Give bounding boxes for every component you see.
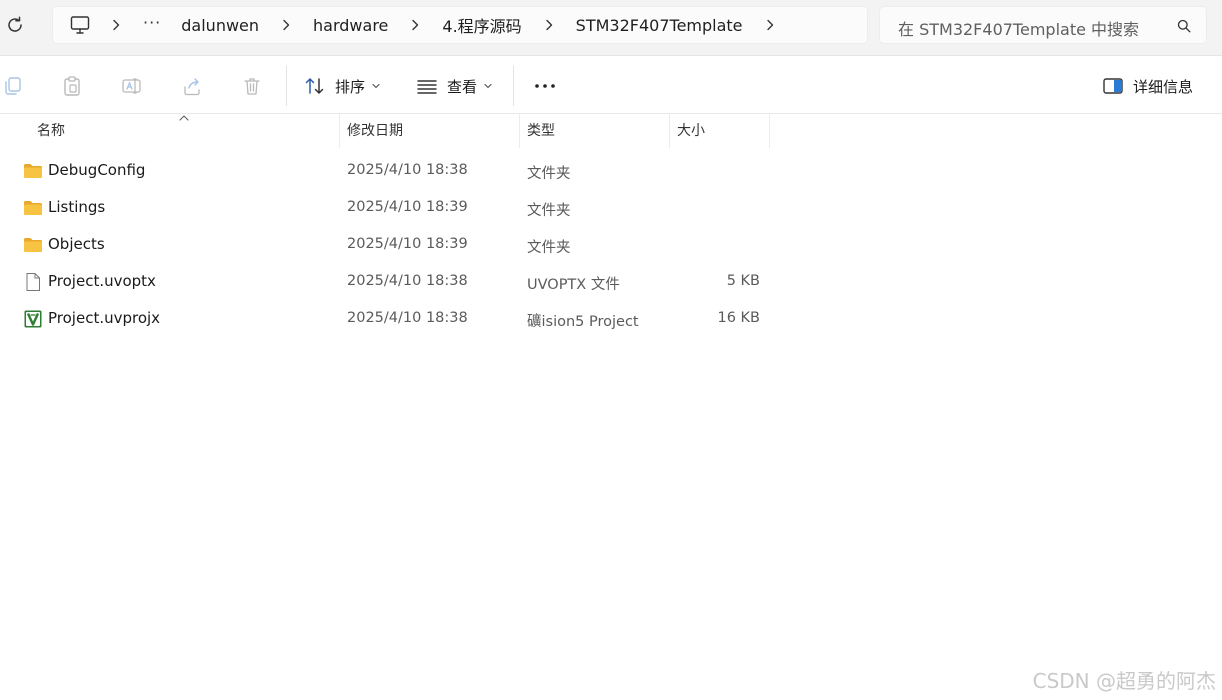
column-header-size[interactable]: 大小: [669, 114, 770, 148]
file-type: 文件夹: [527, 166, 571, 182]
chevron-right-icon[interactable]: [763, 18, 777, 32]
file-type: 礦ision5 Project: [527, 314, 639, 330]
rename-icon[interactable]: [121, 75, 143, 97]
sort-button[interactable]: 排序: [304, 73, 381, 99]
file-type: UVOPTX 文件: [527, 277, 620, 293]
view-list-icon: [417, 80, 437, 94]
file-modified: 2025/4/10 18:39: [347, 199, 468, 215]
chevron-right-icon[interactable]: [542, 18, 556, 32]
sort-label: 排序: [335, 77, 366, 96]
file-modified: 2025/4/10 18:38: [347, 310, 468, 326]
share-icon[interactable]: [181, 75, 203, 97]
file-modified: 2025/4/10 18:38: [347, 273, 468, 289]
search-icon[interactable]: [1177, 19, 1191, 33]
sort-icon: [305, 78, 324, 94]
file-row[interactable]: DebugConfig 2025/4/10 18:38 文件夹: [0, 152, 800, 189]
command-bar: 排序 查看 详细信息: [0, 57, 1222, 114]
this-pc-icon[interactable]: [69, 14, 91, 36]
refresh-icon[interactable]: [4, 14, 26, 36]
chevron-right-icon[interactable]: [109, 18, 123, 32]
file-type: 文件夹: [527, 240, 571, 256]
breadcrumb[interactable]: ··· dalunwen hardware 4.程序源码 STM32F407Te…: [52, 6, 868, 44]
file-name[interactable]: Listings: [48, 198, 105, 216]
folder-icon: [24, 201, 42, 215]
details-pane-button[interactable]: 详细信息: [1102, 73, 1193, 99]
file-size: 5 KB: [726, 273, 760, 289]
blank-file-icon: [26, 273, 40, 291]
more-options-icon[interactable]: [532, 73, 558, 99]
chevron-right-icon[interactable]: [408, 18, 422, 32]
details-label: 详细信息: [1133, 77, 1194, 96]
breadcrumb-item-dalunwen[interactable]: dalunwen: [181, 16, 259, 35]
breadcrumb-item-source-code[interactable]: 4.程序源码: [442, 13, 521, 37]
file-row[interactable]: Project.uvoptx 2025/4/10 18:38 UVOPTX 文件…: [0, 263, 800, 300]
view-button[interactable]: 查看: [416, 73, 493, 99]
paste-icon[interactable]: [61, 75, 83, 97]
chevron-right-icon[interactable]: [279, 18, 293, 32]
file-row[interactable]: Project.uvprojx 2025/4/10 18:38 礦ision5 …: [0, 300, 800, 337]
breadcrumb-overflow[interactable]: ···: [143, 13, 161, 32]
address-bar-row: ··· dalunwen hardware 4.程序源码 STM32F407Te…: [0, 0, 1222, 56]
file-name[interactable]: Objects: [48, 235, 105, 253]
chevron-down-icon: [484, 83, 492, 89]
search-box[interactable]: 在 STM32F407Template 中搜索: [879, 6, 1207, 44]
toolbar-divider: [513, 66, 514, 106]
search-placeholder[interactable]: 在 STM32F407Template 中搜索: [898, 16, 1139, 40]
file-row[interactable]: Listings 2025/4/10 18:39 文件夹: [0, 189, 800, 226]
breadcrumb-item-hardware[interactable]: hardware: [313, 16, 388, 35]
file-name[interactable]: Project.uvoptx: [48, 272, 156, 290]
view-label: 查看: [447, 77, 478, 96]
file-modified: 2025/4/10 18:39: [347, 236, 468, 252]
file-name[interactable]: Project.uvprojx: [48, 309, 160, 327]
file-size: 16 KB: [717, 310, 760, 326]
chevron-down-icon: [372, 83, 380, 89]
column-header-modified[interactable]: 修改日期: [339, 114, 520, 148]
file-type: 文件夹: [527, 203, 571, 219]
column-headers: 名称 修改日期 类型 大小: [0, 114, 1222, 148]
folder-icon: [24, 238, 42, 252]
column-header-name[interactable]: 名称: [29, 114, 340, 148]
toolbar-divider: [286, 66, 287, 106]
file-name[interactable]: DebugConfig: [48, 161, 145, 179]
file-modified: 2025/4/10 18:38: [347, 162, 468, 178]
uvision-project-icon: [24, 310, 42, 328]
folder-icon: [24, 164, 42, 178]
breadcrumb-item-current-folder[interactable]: STM32F407Template: [576, 16, 743, 35]
column-header-type[interactable]: 类型: [519, 114, 670, 148]
watermark: CSDN @超勇的阿杰: [1032, 669, 1216, 693]
delete-icon[interactable]: [241, 75, 263, 97]
file-row[interactable]: Objects 2025/4/10 18:39 文件夹: [0, 226, 800, 263]
details-pane-icon: [1103, 78, 1123, 94]
copy-icon[interactable]: [2, 75, 24, 97]
